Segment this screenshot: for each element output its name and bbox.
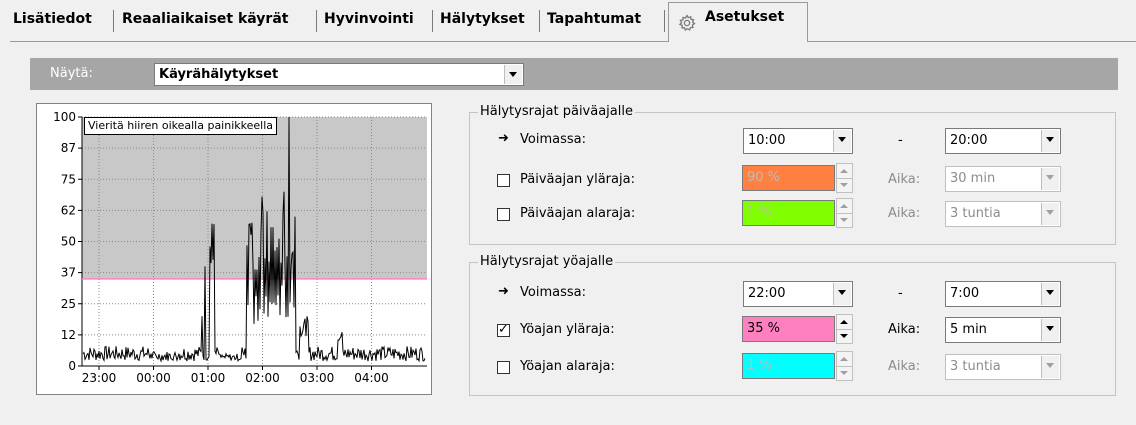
night-upper-label: Yöajan yläraja: bbox=[520, 322, 615, 337]
day-lower-value[interactable]: 1 % bbox=[742, 200, 835, 226]
y-tick-label: 75 bbox=[61, 172, 76, 186]
day-upper-spinner[interactable] bbox=[836, 163, 853, 193]
day-lower-time-label: Aika: bbox=[888, 206, 921, 221]
night-upper-time-value: 5 min bbox=[950, 322, 987, 337]
y-tick-label: 0 bbox=[68, 359, 76, 373]
day-lower-label: Päiväajan alaraja: bbox=[520, 206, 636, 221]
chevron-down-icon[interactable] bbox=[1041, 130, 1059, 152]
night-upper-time-label: Aika: bbox=[888, 322, 921, 337]
arrow-right-icon: ➜ bbox=[498, 284, 509, 299]
night-upper-checkbox[interactable] bbox=[497, 322, 510, 337]
chevron-down-icon[interactable] bbox=[1041, 319, 1059, 341]
night-lower-time-select[interactable]: 3 tuntia bbox=[945, 354, 1061, 380]
tab-tapahtumat[interactable]: Tapahtumat bbox=[547, 8, 641, 30]
show-select-value: Käyrähälytykset bbox=[159, 67, 279, 82]
day-upper-time-value: 30 min bbox=[950, 171, 996, 186]
x-tick-label: 01:00 bbox=[191, 371, 226, 385]
tab-bar-divider bbox=[10, 41, 1136, 42]
day-from-select[interactable]: 10:00 bbox=[743, 128, 853, 154]
night-lower-time-label: Aika: bbox=[888, 359, 921, 374]
y-tick-label: 87 bbox=[61, 141, 76, 155]
tab-separator bbox=[113, 10, 114, 32]
chevron-down-icon[interactable] bbox=[1041, 203, 1059, 225]
night-lower-value[interactable]: 1 % bbox=[742, 353, 835, 379]
day-from-value: 10:00 bbox=[748, 133, 786, 148]
x-tick-label: 04:00 bbox=[354, 371, 389, 385]
day-upper-label: Päiväajan yläraja: bbox=[520, 172, 635, 187]
x-tick-label: 00:00 bbox=[136, 371, 171, 385]
day-upper-checkbox[interactable] bbox=[497, 174, 510, 187]
night-to-value: 7:00 bbox=[950, 286, 980, 301]
y-tick-label: 50 bbox=[61, 235, 76, 249]
day-limits-title: Hälytysrajat päiväajalle bbox=[478, 104, 635, 120]
day-upper-value[interactable]: 90 % bbox=[742, 165, 835, 191]
y-tick-label: 12 bbox=[61, 328, 76, 342]
night-upper-value[interactable]: 35 % bbox=[742, 316, 835, 342]
tab-separator bbox=[664, 10, 665, 32]
x-tick-label: 02:00 bbox=[245, 371, 280, 385]
y-tick-label: 37 bbox=[61, 266, 76, 280]
day-upper-time-select[interactable]: 30 min bbox=[945, 166, 1061, 192]
tab-hyvinvointi[interactable]: Hyvinvointi bbox=[324, 8, 414, 30]
chevron-down-icon[interactable] bbox=[504, 65, 522, 84]
tab-lisatiedot[interactable]: Lisätiedot bbox=[13, 8, 92, 30]
night-lower-spinner[interactable] bbox=[836, 351, 853, 381]
day-upper-time-label: Aika: bbox=[888, 172, 921, 187]
night-range-dash: - bbox=[898, 286, 903, 301]
x-tick-label: 03:00 bbox=[300, 371, 335, 385]
chevron-down-icon[interactable] bbox=[833, 130, 851, 152]
gear-icon bbox=[678, 14, 696, 32]
day-to-value: 20:00 bbox=[950, 133, 988, 148]
y-tick-label: 25 bbox=[61, 297, 76, 311]
chevron-down-icon[interactable] bbox=[833, 283, 851, 305]
day-lower-checkbox[interactable] bbox=[497, 208, 510, 221]
tab-halytykset[interactable]: Hälytykset bbox=[440, 8, 525, 30]
night-upper-spinner[interactable] bbox=[836, 314, 853, 344]
arrow-right-icon: ➜ bbox=[498, 131, 509, 146]
chevron-down-icon[interactable] bbox=[1041, 283, 1059, 305]
night-lower-checkbox[interactable] bbox=[497, 361, 510, 374]
night-to-select[interactable]: 7:00 bbox=[945, 281, 1061, 307]
tab-separator bbox=[432, 10, 433, 32]
day-range-dash: - bbox=[898, 133, 903, 148]
day-lower-time-select[interactable]: 3 tuntia bbox=[945, 201, 1061, 227]
night-from-select[interactable]: 22:00 bbox=[743, 281, 853, 307]
night-upper-time-select[interactable]: 5 min bbox=[945, 317, 1061, 343]
show-label: Näytä: bbox=[50, 66, 93, 81]
chevron-down-icon[interactable] bbox=[1041, 168, 1059, 190]
day-lower-time-value: 3 tuntia bbox=[950, 206, 1001, 221]
chart-tooltip: Vieritä hiiren oikealla painikkeella bbox=[84, 117, 278, 135]
night-lower-time-value: 3 tuntia bbox=[950, 359, 1001, 374]
y-tick-label: 100 bbox=[53, 110, 76, 124]
x-tick-label: 23:00 bbox=[82, 371, 117, 385]
night-active-label: Voimassa: bbox=[520, 285, 586, 300]
alarm-chart[interactable]: 100 87 75 62 50 37 25 12 0 23:00 00:00 01:00 02:00 03… bbox=[37, 104, 431, 394]
day-active-label: Voimassa: bbox=[520, 132, 586, 147]
alarm-band bbox=[82, 117, 427, 279]
y-tick-label: 62 bbox=[61, 203, 76, 217]
night-limits-title: Hälytysrajat yöajalle bbox=[478, 254, 616, 270]
night-lower-label: Yöajan alaraja: bbox=[520, 359, 615, 374]
chevron-down-icon[interactable] bbox=[1041, 356, 1059, 378]
day-lower-spinner[interactable] bbox=[836, 198, 853, 228]
show-select[interactable]: Käyrähälytykset bbox=[154, 63, 524, 86]
tab-asetukset[interactable]: Asetukset bbox=[705, 6, 784, 28]
night-from-value: 22:00 bbox=[748, 286, 786, 301]
tab-reaaliaikaiset-kayrat[interactable]: Reaaliaikaiset käyrät bbox=[122, 8, 288, 30]
tab-separator bbox=[316, 10, 317, 32]
tab-separator bbox=[539, 10, 540, 32]
day-to-select[interactable]: 20:00 bbox=[945, 128, 1061, 154]
